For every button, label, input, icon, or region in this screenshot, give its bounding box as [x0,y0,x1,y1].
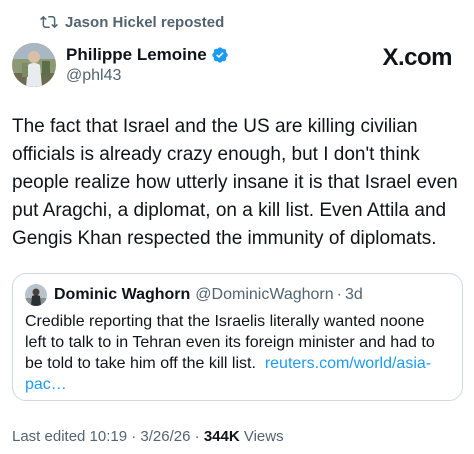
quote-author-name[interactable]: Dominic Waghorn [54,286,190,304]
author-name-row: Philippe Lemoine [66,45,229,65]
repost-label: Jason Hickel reposted [65,13,225,31]
tweet-header: Philippe Lemoine @phl43 X.com [12,42,462,88]
repost-indicator[interactable]: Jason Hickel reposted [40,12,224,32]
views-count: 344K [203,428,240,445]
views-label: Views [243,428,284,445]
quote-date[interactable]: 3d [345,286,363,304]
avatar[interactable] [12,43,56,87]
repost-icon [40,13,58,31]
quote-text: Credible reporting that the Israelis lit… [25,311,450,395]
author-display-name[interactable]: Philippe Lemoine [66,45,207,65]
xcom-logo: X.com [382,44,452,71]
quote-separator: · [336,286,342,303]
quote-header: Dominic Waghorn @DominicWaghorn · 3d [25,283,450,307]
tweet-text: The fact that Israel and the US are kill… [12,116,458,249]
quote-tweet-card[interactable]: Dominic Waghorn @DominicWaghorn · 3d Cre… [12,273,463,401]
edited-timestamp[interactable]: Last edited 10:19 · 3/26/26 [12,428,190,445]
verified-badge-icon [211,46,229,64]
tweet-meta: Last edited 10:19 · 3/26/26 · 344K Views [12,428,284,445]
author-info: Philippe Lemoine @phl43 [66,45,229,85]
quote-author-handle[interactable]: @DominicWaghorn [195,286,333,304]
meta-separator: · [194,428,200,445]
author-handle[interactable]: @phl43 [66,67,229,85]
quote-avatar[interactable] [25,284,47,306]
